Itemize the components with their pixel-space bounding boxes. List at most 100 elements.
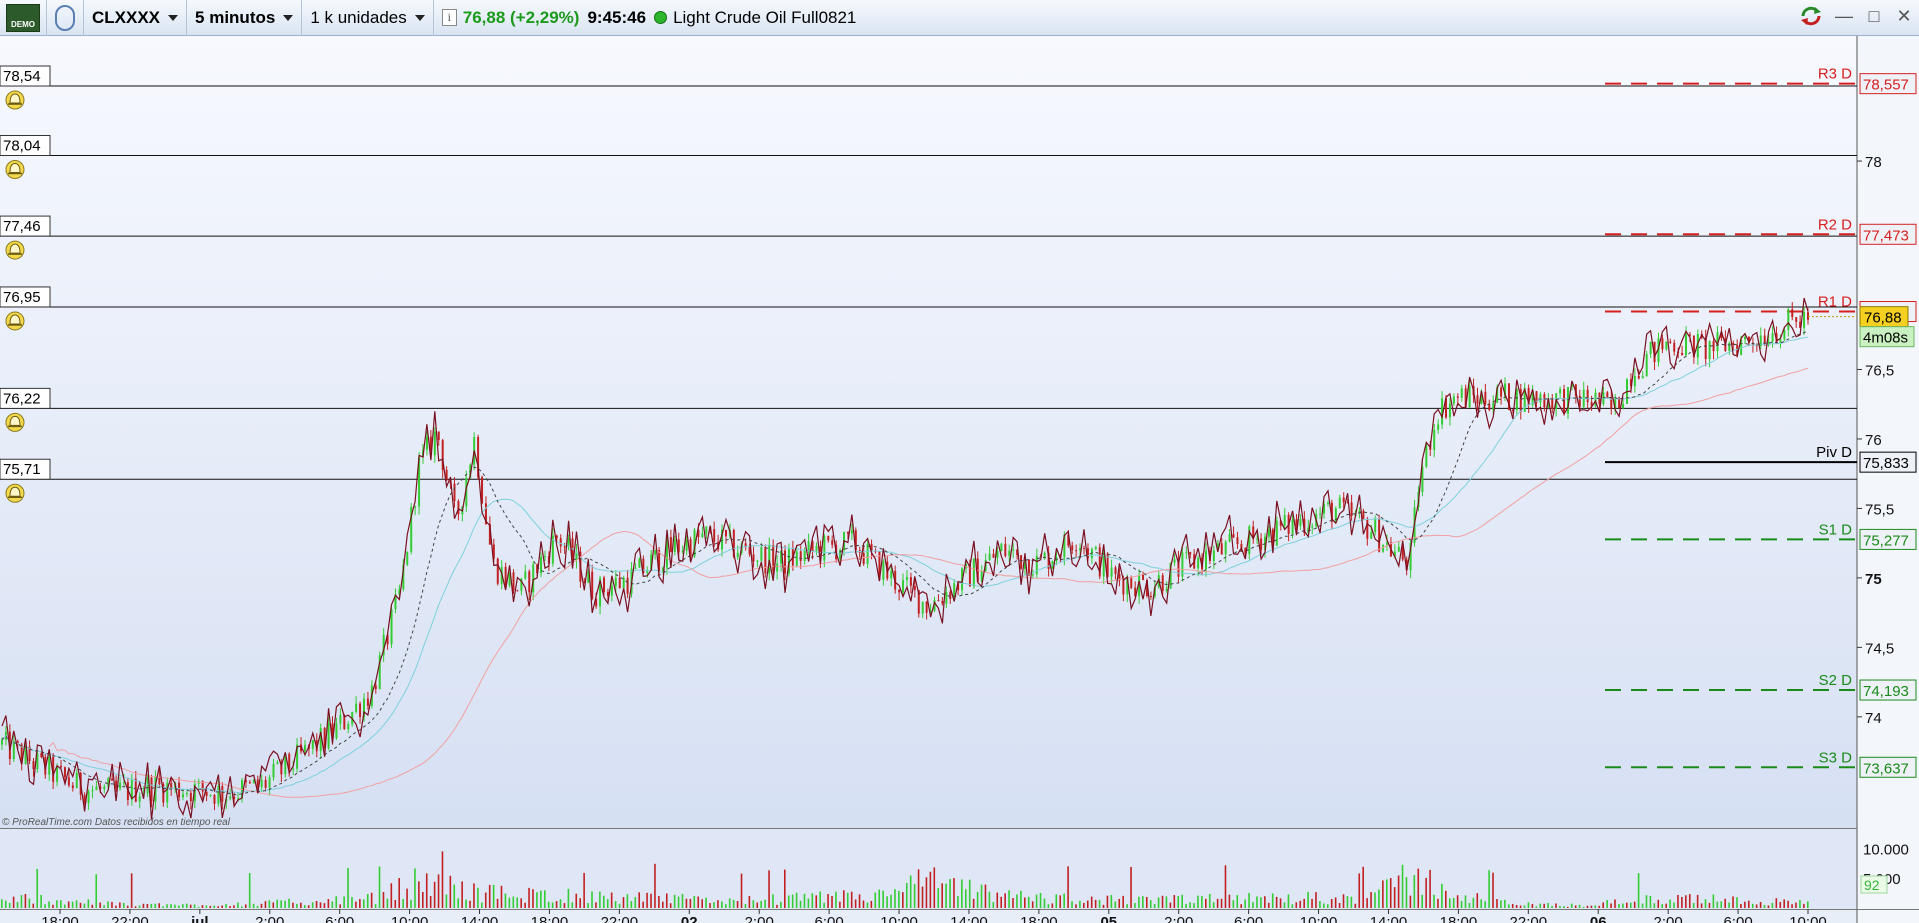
volume-bar — [1138, 896, 1140, 908]
candle-body — [63, 767, 66, 778]
time-tick-label: 05 — [1100, 914, 1117, 923]
volume-bar — [673, 894, 676, 908]
volume-bar — [56, 900, 58, 908]
candle-body — [1460, 388, 1463, 398]
volume-bar — [721, 901, 723, 908]
volume-bar — [445, 894, 448, 908]
candle-body — [1142, 574, 1145, 581]
bell-icon[interactable] — [5, 90, 25, 110]
volume-bar — [1279, 898, 1282, 908]
price-pane — [0, 36, 1857, 828]
volume-bar — [571, 902, 574, 908]
volume-bar — [913, 883, 916, 908]
volume-bar — [563, 903, 566, 908]
close-icon[interactable]: ✕ — [1895, 7, 1913, 25]
candle-body — [339, 715, 342, 724]
maximize-icon[interactable]: □ — [1865, 7, 1883, 25]
bell-icon[interactable] — [5, 240, 25, 260]
candle-body — [1665, 341, 1668, 350]
volume-bar — [429, 896, 432, 908]
candle-body — [1649, 341, 1652, 354]
candle-body — [390, 609, 393, 645]
link-button[interactable] — [47, 0, 84, 36]
volume-bar — [221, 905, 223, 908]
bell-icon[interactable] — [5, 311, 25, 331]
volume-bar — [878, 889, 881, 908]
minimize-icon[interactable]: — — [1835, 7, 1853, 25]
candle-body — [1031, 574, 1034, 576]
candle-body — [669, 536, 672, 552]
volume-bar — [1299, 900, 1302, 908]
volume-bar — [1720, 901, 1723, 908]
candle-body — [1397, 546, 1400, 552]
demo-badge: DEMO — [0, 0, 47, 36]
time-tick-label: 14:00 — [950, 914, 988, 923]
candle-body — [71, 785, 74, 789]
candle-body — [1071, 545, 1074, 551]
candle-body — [941, 601, 944, 604]
volume-bar — [1437, 898, 1439, 908]
candle-body — [67, 777, 70, 786]
volume-bar — [398, 878, 400, 908]
volume-bar — [1051, 903, 1054, 908]
volume-bar — [917, 869, 920, 908]
volume-bar — [1153, 903, 1156, 908]
candle-body — [1260, 538, 1263, 550]
volume-bar — [1035, 894, 1038, 908]
symbol-selector[interactable]: CLXXXX — [84, 0, 188, 36]
timeframe-selector[interactable]: 5 minutos — [187, 0, 303, 36]
chevron-down-icon — [168, 14, 179, 21]
volume-bar — [1350, 896, 1353, 908]
volume-bar — [1330, 898, 1333, 908]
volume-bar — [1385, 879, 1388, 908]
price-tick-label: 76,5 — [1865, 362, 1894, 379]
volume-bar — [24, 893, 27, 908]
candle-body — [634, 567, 637, 569]
volume-bar — [1665, 903, 1667, 908]
volume-bar — [414, 868, 416, 908]
volume-bar — [418, 881, 420, 908]
candle-body — [945, 592, 948, 604]
candle-body — [1708, 341, 1711, 360]
volume-bar — [1484, 901, 1486, 908]
candle-body — [1606, 392, 1609, 398]
bell-icon[interactable] — [5, 412, 25, 432]
volume-bar — [1397, 875, 1400, 908]
candle-body — [1468, 386, 1471, 408]
candle-body — [1448, 403, 1451, 418]
volume-bar — [724, 904, 727, 908]
volume-bar — [709, 903, 711, 908]
candle-body — [1433, 429, 1436, 450]
bell-icon[interactable] — [5, 483, 25, 503]
info-icon[interactable]: i — [441, 9, 457, 26]
sync-icon[interactable] — [1799, 5, 1823, 27]
volume-bar — [473, 883, 475, 908]
candle-body — [1673, 342, 1676, 352]
volume-bar — [988, 891, 991, 908]
volume-bar — [1260, 897, 1262, 908]
volume-bar — [359, 899, 361, 908]
volume-bar — [1618, 904, 1620, 908]
volume-bar — [685, 898, 688, 908]
units-selector[interactable]: 1 k unidades — [302, 0, 434, 36]
candle-body — [264, 779, 267, 788]
volume-pane — [0, 829, 1857, 909]
volume-bar — [437, 874, 440, 908]
candle-body — [1236, 537, 1239, 545]
candle-body — [772, 544, 775, 572]
volume-bar — [457, 898, 460, 908]
bell-icon[interactable] — [5, 159, 25, 179]
time-tick-label: 06 — [1590, 914, 1607, 923]
price-chart[interactable]: 78,54 78,04 77,46 76,95 76,22 75,71 R3 D 78,55… — [0, 36, 1919, 923]
volume-bar — [1614, 899, 1616, 908]
volume-bar — [898, 890, 900, 908]
volume-bar — [1578, 904, 1581, 908]
volume-bar — [374, 904, 377, 908]
volume-bar — [378, 866, 381, 908]
volume-bar — [642, 901, 644, 908]
candle-body — [1130, 578, 1133, 588]
candle-body — [335, 723, 338, 739]
pivot-name: R2 D — [1818, 216, 1852, 233]
volume-bar — [1716, 901, 1719, 908]
volume-bar — [850, 891, 853, 908]
